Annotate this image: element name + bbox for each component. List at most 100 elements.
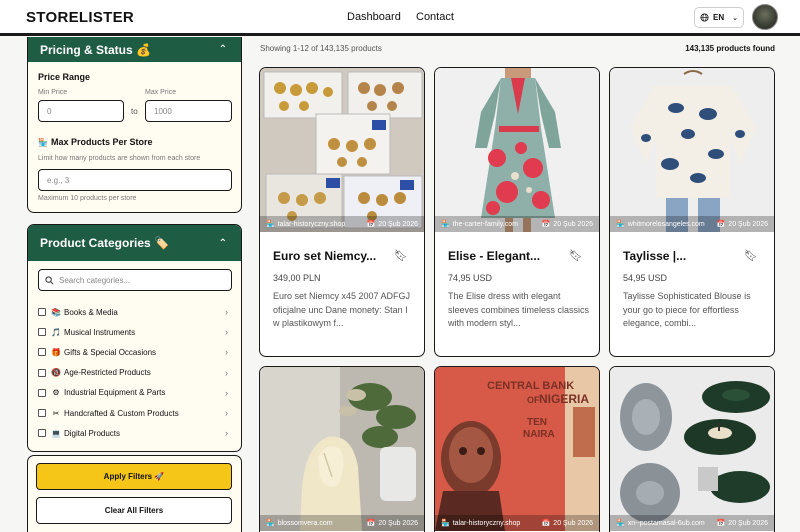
category-checkbox[interactable] <box>38 348 46 357</box>
product-card[interactable]: CENTRAL BANK OF NIGERIA TEN NAIRA 🏪 tala… <box>434 366 600 532</box>
results-showing: Showing 1-12 of 143,135 products <box>260 44 382 53</box>
product-image[interactable]: CENTRAL BANK OF NIGERIA TEN NAIRA <box>435 367 599 531</box>
chevron-up-icon[interactable]: ⌃ <box>219 238 227 249</box>
category-label: Books & Media <box>64 307 118 317</box>
categories-panel-title: Product Categories 🏷️ <box>40 236 169 250</box>
category-icon: ⚙ <box>52 388 60 398</box>
language-label: EN <box>713 13 725 22</box>
chevron-right-icon[interactable]: › <box>225 408 228 418</box>
category-icon: 💻 <box>51 428 61 438</box>
category-checkbox[interactable] <box>38 429 46 438</box>
banknote-country-text: NIGERIA <box>539 392 589 406</box>
product-image[interactable] <box>610 367 774 531</box>
product-meta-strip: 🏪 the-carter-family.com 📅 20 Şub 2026 <box>435 216 599 232</box>
categories-panel-header[interactable]: Product Categories 🏷️ ⌃ <box>28 225 241 261</box>
search-placeholder: Search categories... <box>59 275 131 285</box>
nav-dashboard[interactable]: Dashboard <box>347 11 401 23</box>
max-products-heading: 🏪 Max Products Per Store <box>38 137 153 147</box>
max-products-help: Limit how many products are shown from e… <box>38 155 201 162</box>
category-icon: 🔞 <box>51 368 61 378</box>
chevron-up-icon[interactable]: ⌃ <box>219 44 227 55</box>
max-products-input[interactable]: e.g., 3 <box>38 169 232 191</box>
product-image[interactable] <box>260 367 424 531</box>
category-item[interactable]: ⚙ Industrial Equipment & Parts › <box>38 386 228 400</box>
max-price-label: Max Price <box>145 89 177 96</box>
chevron-right-icon[interactable]: › <box>225 388 228 398</box>
category-item[interactable]: 🔞 Age-Restricted Products › <box>38 366 228 380</box>
calendar-icon: 📅 <box>541 520 551 527</box>
product-store[interactable]: the-carter-family.com <box>453 221 518 228</box>
product-image[interactable] <box>260 68 424 232</box>
store-icon: 🏪 <box>616 520 625 527</box>
product-card[interactable]: 🏪 blossomvera.com 📅 20 Şub 2026 <box>259 366 425 532</box>
calendar-icon: 📅 <box>366 520 376 527</box>
product-title[interactable]: Euro set Niemcy... <box>273 249 393 263</box>
chevron-right-icon[interactable]: › <box>225 327 228 337</box>
product-store[interactable]: xn--postamasal-6ub.com <box>628 520 705 527</box>
banknote-denomination-text: TEN <box>527 417 547 428</box>
bookmark-icon[interactable]: 🔖︎ <box>744 249 758 262</box>
category-label: Handcrafted & Custom Products <box>64 408 179 418</box>
product-title[interactable]: Taylisse |... <box>623 249 743 263</box>
avatar[interactable] <box>752 4 778 30</box>
product-card[interactable]: 🏪 the-carter-family.com 📅 20 Şub 2026 El… <box>434 67 600 357</box>
chevron-right-icon[interactable]: › <box>225 368 228 378</box>
product-store[interactable]: talar-historyczny.shop <box>278 221 346 228</box>
category-checkbox[interactable] <box>38 308 46 316</box>
product-description: The Elise dress with elegant sleeves com… <box>448 291 590 328</box>
pricing-panel-title: Pricing & Status 💰 <box>40 42 151 57</box>
category-item[interactable]: ✂ Handcrafted & Custom Products › <box>38 406 228 420</box>
bookmark-icon[interactable]: 🔖︎ <box>394 249 408 262</box>
calendar-icon: 📅 <box>716 520 726 527</box>
category-label: Musical Instruments <box>64 327 136 337</box>
product-image[interactable] <box>610 68 774 232</box>
product-card[interactable]: 🏪 xn--postamasal-6ub.com 📅 20 Şub 2026 <box>609 366 775 532</box>
category-checkbox[interactable] <box>38 328 46 337</box>
chevron-right-icon[interactable]: › <box>225 307 228 317</box>
product-image[interactable] <box>435 68 599 232</box>
apply-filters-button[interactable]: Apply Filters 🚀 <box>36 463 232 490</box>
price-range-label: Price Range <box>38 72 91 82</box>
store-icon: 🏪 <box>616 221 625 228</box>
language-selector[interactable]: EN ⌄ <box>694 7 744 28</box>
category-checkbox[interactable] <box>38 368 46 377</box>
store-icon: 🏪 <box>441 520 450 527</box>
max-price-input[interactable]: 1000 <box>145 100 232 122</box>
category-search-input[interactable]: Search categories... <box>38 269 232 291</box>
chevron-right-icon[interactable]: › <box>225 428 228 438</box>
category-item[interactable]: 🎁 Gifts & Special Occasions › <box>38 345 228 359</box>
product-price: 349,00 PLN <box>273 273 321 283</box>
nav-contact[interactable]: Contact <box>416 11 454 23</box>
product-store[interactable]: talar-historyczny.shop <box>453 520 521 527</box>
bookmark-icon[interactable]: 🔖︎ <box>569 249 583 262</box>
product-date: 20 Şub 2026 <box>728 220 768 228</box>
product-meta-strip: 🏪 talar-historyczny.shop 📅 20 Şub 2026 <box>435 515 599 531</box>
product-meta-strip: 🏪 talar-historyczny.shop 📅 20 Şub 2026 <box>260 216 424 232</box>
category-item[interactable]: 💻 Digital Products › <box>38 426 228 440</box>
product-title[interactable]: Elise - Elegant... <box>448 249 568 263</box>
chevron-right-icon[interactable]: › <box>225 347 228 357</box>
category-checkbox[interactable] <box>38 409 46 417</box>
category-item[interactable]: 🎵 Musical Instruments › <box>38 325 228 339</box>
top-header: STORELISTER Dashboard Contact EN ⌄ <box>0 0 800 36</box>
category-checkbox[interactable] <box>38 388 46 397</box>
category-item[interactable]: 📚 Books & Media › <box>38 305 228 319</box>
pricing-panel-header[interactable]: Pricing & Status 💰 ⌃ <box>28 37 241 62</box>
product-date: 20 Şub 2026 <box>553 519 593 527</box>
category-label: Age-Restricted Products <box>64 368 151 378</box>
product-price: 54,95 USD <box>623 273 668 283</box>
store-icon: 🏪 <box>266 520 275 527</box>
product-card[interactable]: 🏪 whitmorelosangeles.com 📅 20 Şub 2026 T… <box>609 67 775 357</box>
category-icon: 🎁 <box>51 347 61 357</box>
min-price-input[interactable]: 0 <box>38 100 124 122</box>
product-card[interactable]: 🏪 talar-historyczny.shop 📅 20 Şub 2026 E… <box>259 67 425 357</box>
clear-filters-button[interactable]: Clear All Filters <box>36 497 232 524</box>
category-icon: ✂ <box>52 408 60 418</box>
product-description: Euro set Niemcy x45 2007 ADFGJ oficjalne… <box>273 291 411 328</box>
logo[interactable]: STORELISTER <box>26 9 134 26</box>
category-label: Digital Products <box>64 428 121 438</box>
product-store[interactable]: blossomvera.com <box>278 520 333 527</box>
product-store[interactable]: whitmorelosangeles.com <box>628 221 705 228</box>
store-icon: 🏪 <box>38 137 48 147</box>
product-date: 20 Şub 2026 <box>728 519 768 527</box>
